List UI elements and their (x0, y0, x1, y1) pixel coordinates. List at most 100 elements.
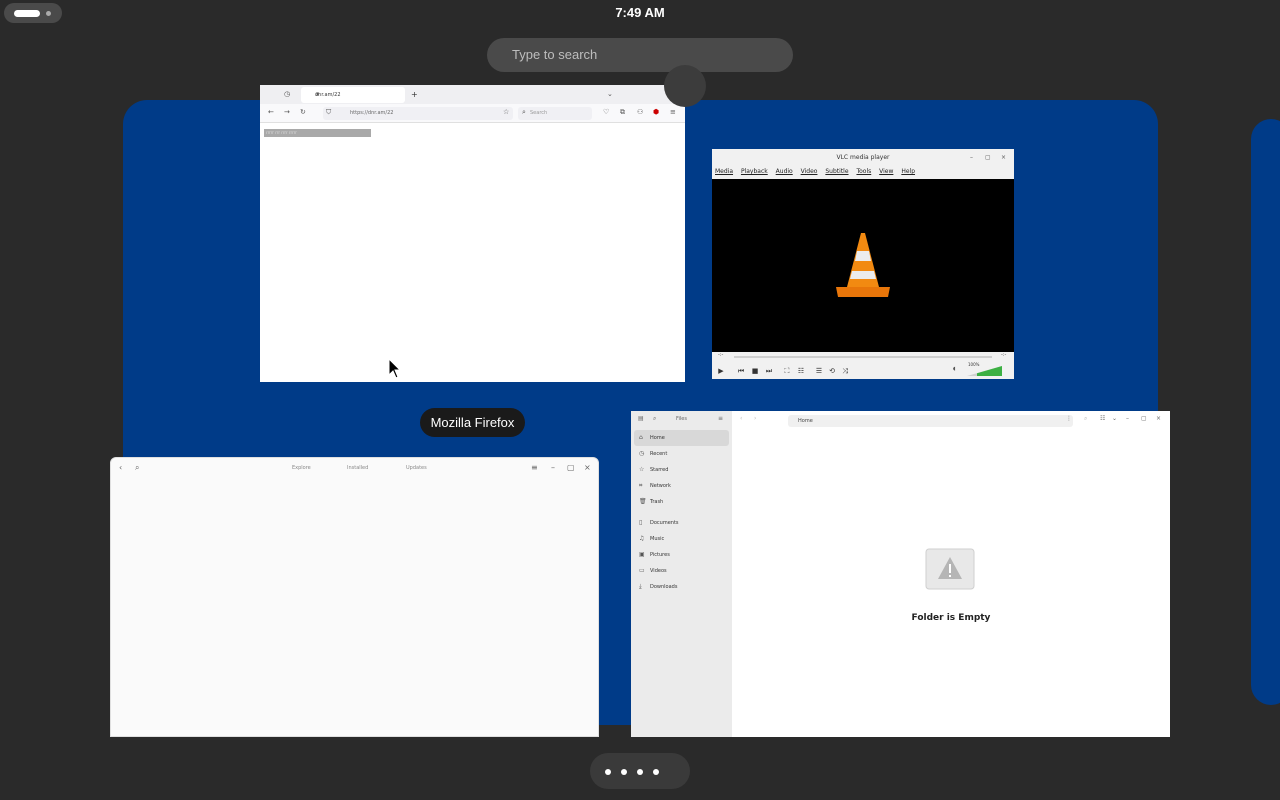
close-icon[interactable]: × (584, 463, 591, 472)
volume-label: 100% (968, 362, 980, 367)
volume-slider[interactable] (967, 366, 1002, 377)
app-grid-dot (637, 769, 643, 775)
play-icon[interactable]: ▶ (716, 366, 726, 376)
minimize-icon[interactable]: – (551, 463, 555, 472)
window-title-label: Mozilla Firefox (420, 408, 525, 437)
firefox-tab[interactable]: dnr.am/22 × (301, 87, 405, 103)
extended-settings-icon[interactable]: ☷ (796, 366, 806, 376)
search-icon[interactable]: ⌕ (653, 415, 656, 423)
extensions-icon[interactable]: ⧉ (620, 108, 625, 117)
menu-view[interactable]: View (879, 168, 893, 175)
search-icon[interactable]: ⌕ (1084, 415, 1087, 423)
dash[interactable] (590, 753, 690, 789)
back-icon[interactable]: ← (268, 108, 274, 116)
stop-icon[interactable]: ■ (750, 366, 760, 376)
pocket-icon[interactable]: ♡ (603, 108, 609, 116)
vlc-menubar: Media Playback Audio Video Subtitle Tool… (712, 166, 1014, 177)
path-bar[interactable]: Home (788, 415, 1073, 427)
close-icon[interactable]: × (1156, 415, 1161, 422)
workspace-next[interactable] (1251, 119, 1280, 705)
sidebar-item-videos[interactable]: ▭ Videos (631, 563, 732, 579)
account-icon[interactable]: ⚇ (637, 108, 643, 116)
seek-slider[interactable] (734, 356, 992, 358)
chevron-down-icon[interactable]: ⌄ (1112, 415, 1117, 422)
menu-playback[interactable]: Playback (741, 168, 768, 175)
close-window-button[interactable] (664, 65, 706, 107)
selected-text: rrrrr rrr rrrr rrrrr (264, 129, 371, 137)
url-bar[interactable]: https://dnr.am/22 (323, 107, 513, 120)
document-icon: ▯ (639, 519, 643, 526)
sidebar-item-pictures[interactable]: ▣ Pictures (631, 547, 732, 563)
close-icon[interactable]: × (1001, 149, 1006, 166)
back-icon[interactable]: ‹ (119, 463, 122, 472)
loop-icon[interactable]: ⟲ (827, 366, 837, 376)
menu-icon[interactable]: ≡ (670, 108, 676, 116)
download-icon: ⤓ (639, 583, 642, 590)
menu-icon[interactable]: ≡ (718, 415, 723, 422)
files-app-label: Files (676, 416, 687, 422)
sidebar-item-documents[interactable]: ▯ Documents (631, 515, 732, 531)
forward-icon[interactable]: → (284, 108, 290, 116)
tab-explore[interactable]: Explore (292, 465, 311, 471)
video-area[interactable] (712, 179, 1014, 352)
star-icon: ☆ (639, 466, 645, 473)
search-icon[interactable]: ⌕ (135, 463, 139, 473)
firefox-search-field[interactable]: Search (518, 107, 592, 120)
sidebar-item-starred[interactable]: ☆ Starred (631, 462, 732, 478)
sidebar-item-trash[interactable]: 🗑 Trash (631, 494, 732, 510)
maximize-icon[interactable]: ▢ (567, 463, 575, 472)
sidebar-item-network[interactable]: ⌗ Network (631, 478, 732, 494)
ublock-icon[interactable]: ⬢ (653, 108, 659, 116)
more-options-icon[interactable]: ⋮ (1066, 415, 1072, 422)
minimize-icon[interactable]: – (1126, 415, 1129, 422)
view-options-icon[interactable]: ☷ (1100, 415, 1105, 422)
firefox-window[interactable]: ◷ dnr.am/22 × + ⌄ ← → ↻ https://dnr.am/2… (260, 85, 685, 382)
app-grid-dot (621, 769, 627, 775)
previous-icon[interactable]: ⏮ (736, 366, 746, 376)
next-icon[interactable]: ⏭ (764, 366, 774, 376)
new-tab-icon[interactable]: + (411, 90, 418, 99)
back-icon[interactable]: ‹ (740, 415, 742, 422)
software-window[interactable]: ‹ ⌕ Explore Installed Updates ≡ – ▢ × (110, 457, 599, 737)
minimize-icon[interactable]: – (970, 149, 973, 166)
menu-media[interactable]: Media (715, 168, 733, 175)
tab-installed[interactable]: Installed (347, 465, 368, 471)
sidebar-item-label: Downloads (650, 584, 678, 590)
menu-icon[interactable]: ≡ (531, 463, 538, 472)
shuffle-icon[interactable]: ⤨ (840, 366, 850, 376)
files-window[interactable]: ▤ ⌕ Files ≡ ⌂ Home ◷ Recent ☆ Starred ⌗ Netw… (631, 411, 1170, 737)
firefox-view-icon[interactable]: ◷ (284, 90, 290, 98)
picture-icon: ▣ (639, 551, 645, 558)
network-icon: ⌗ (639, 482, 643, 489)
vlc-titlebar: VLC media player – ▢ × (712, 149, 1014, 166)
sidebar-icon[interactable]: ▤ (638, 415, 644, 422)
sidebar-item-home[interactable]: ⌂ Home (634, 430, 729, 446)
close-tab-icon[interactable]: × (315, 91, 401, 98)
shield-icon[interactable]: ⛉ (326, 108, 331, 117)
sidebar-item-label: Trash (650, 499, 664, 505)
menu-help[interactable]: Help (901, 168, 915, 175)
playlist-icon[interactable]: ☰ (814, 366, 824, 376)
vlc-window[interactable]: VLC media player – ▢ × Media Playback Au… (712, 149, 1014, 379)
forward-icon[interactable]: › (754, 415, 756, 422)
clock[interactable]: 7:49 AM (0, 5, 1280, 20)
maximize-icon[interactable]: ▢ (1141, 415, 1147, 422)
software-header: ‹ ⌕ Explore Installed Updates ≡ – ▢ × (111, 458, 598, 479)
sidebar-item-recent[interactable]: ◷ Recent (631, 446, 732, 462)
search-icon: ⌕ (522, 108, 526, 116)
sidebar-item-downloads[interactable]: ⤓ Downloads (631, 579, 732, 595)
menu-video[interactable]: Video (801, 168, 818, 175)
search-input[interactable]: Type to search (487, 38, 793, 72)
speaker-icon[interactable]: ◖ (953, 366, 956, 372)
maximize-icon[interactable]: ▢ (985, 149, 991, 166)
bookmark-star-icon[interactable]: ☆ (503, 108, 509, 116)
fullscreen-icon[interactable]: ⛶ (782, 366, 792, 376)
tab-updates[interactable]: Updates (406, 465, 427, 471)
sidebar-item-label: Recent (650, 451, 668, 457)
menu-tools[interactable]: Tools (856, 168, 871, 175)
sidebar-item-music[interactable]: ♫ Music (631, 531, 732, 547)
reload-icon[interactable]: ↻ (300, 108, 306, 116)
menu-subtitle[interactable]: Subtitle (825, 168, 848, 175)
list-tabs-icon[interactable]: ⌄ (607, 90, 613, 98)
menu-audio[interactable]: Audio (776, 168, 793, 175)
